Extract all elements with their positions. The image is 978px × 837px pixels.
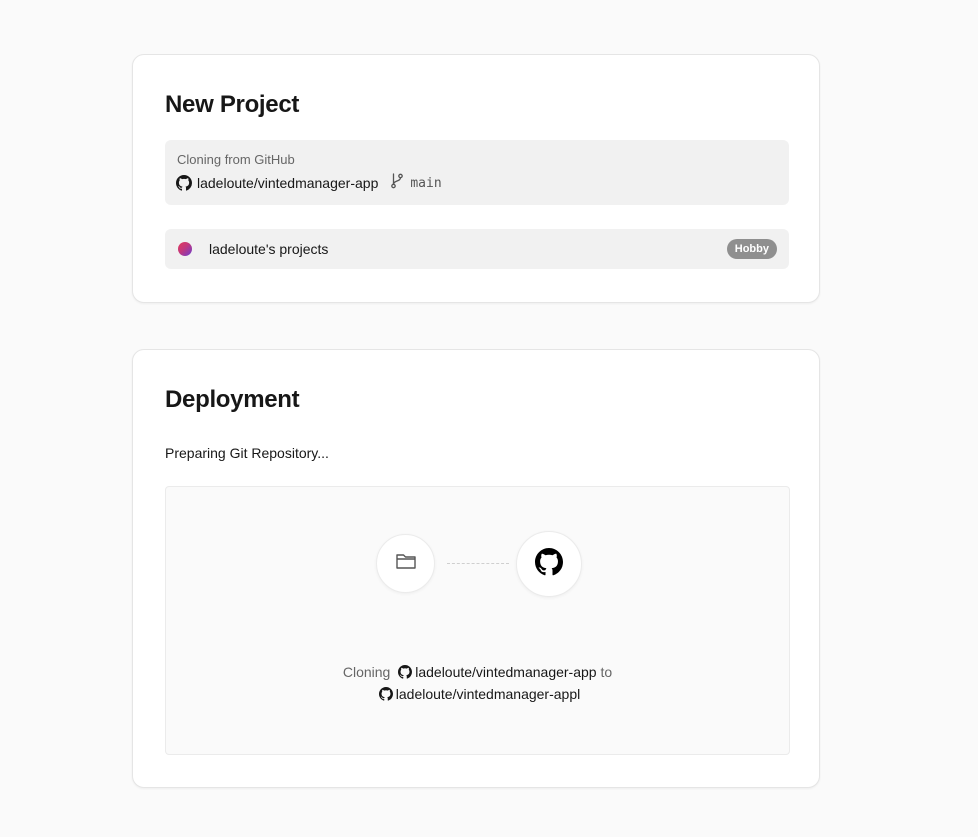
team-scope-row: ladeloute's projects Hobby [165,229,789,269]
clone-source-repo[interactable]: ladeloute/vintedmanager-app [415,664,596,680]
clone-target-repo[interactable]: ladeloute/vintedmanager-appl [396,686,580,702]
new-project-title: New Project [165,91,300,118]
source-repo-name[interactable]: ladeloute/vintedmanager-app [197,175,378,191]
deployment-title: Deployment [165,386,300,413]
source-caption: Cloning from GitHub [177,152,295,167]
git-source-box: Cloning from GitHub ladeloute/vintedmana… [165,140,789,205]
github-node [516,531,582,597]
connector-line [447,563,509,564]
deployment-status-text: Preparing Git Repository... [165,445,329,461]
team-avatar [178,242,192,256]
team-scope-label: ladeloute's projects [209,241,329,257]
branch-indicator: main [390,172,442,194]
github-icon [176,175,192,191]
github-icon [378,685,393,707]
branch-name: main [410,175,442,191]
clone-description-line2: ladeloute/vintedmanager-appl [166,683,789,707]
clone-prefix: Cloning [342,664,391,680]
clone-progress-panel: Cloning ladeloute/vintedmanager-app to l… [165,486,790,755]
git-branch-icon [390,172,404,194]
folder-icon [395,551,417,576]
plan-badge: Hobby [726,239,777,259]
new-project-card: New Project Cloning from GitHub ladelout… [132,54,820,303]
github-icon [398,663,413,685]
github-icon [535,547,563,581]
clone-description-line1: Cloning ladeloute/vintedmanager-app to [166,661,789,685]
deployment-card: Deployment Preparing Git Repository... C… [132,349,820,788]
folder-node [376,534,435,593]
source-row: ladeloute/vintedmanager-app main [176,172,442,194]
clone-connector-word: to [600,664,613,680]
